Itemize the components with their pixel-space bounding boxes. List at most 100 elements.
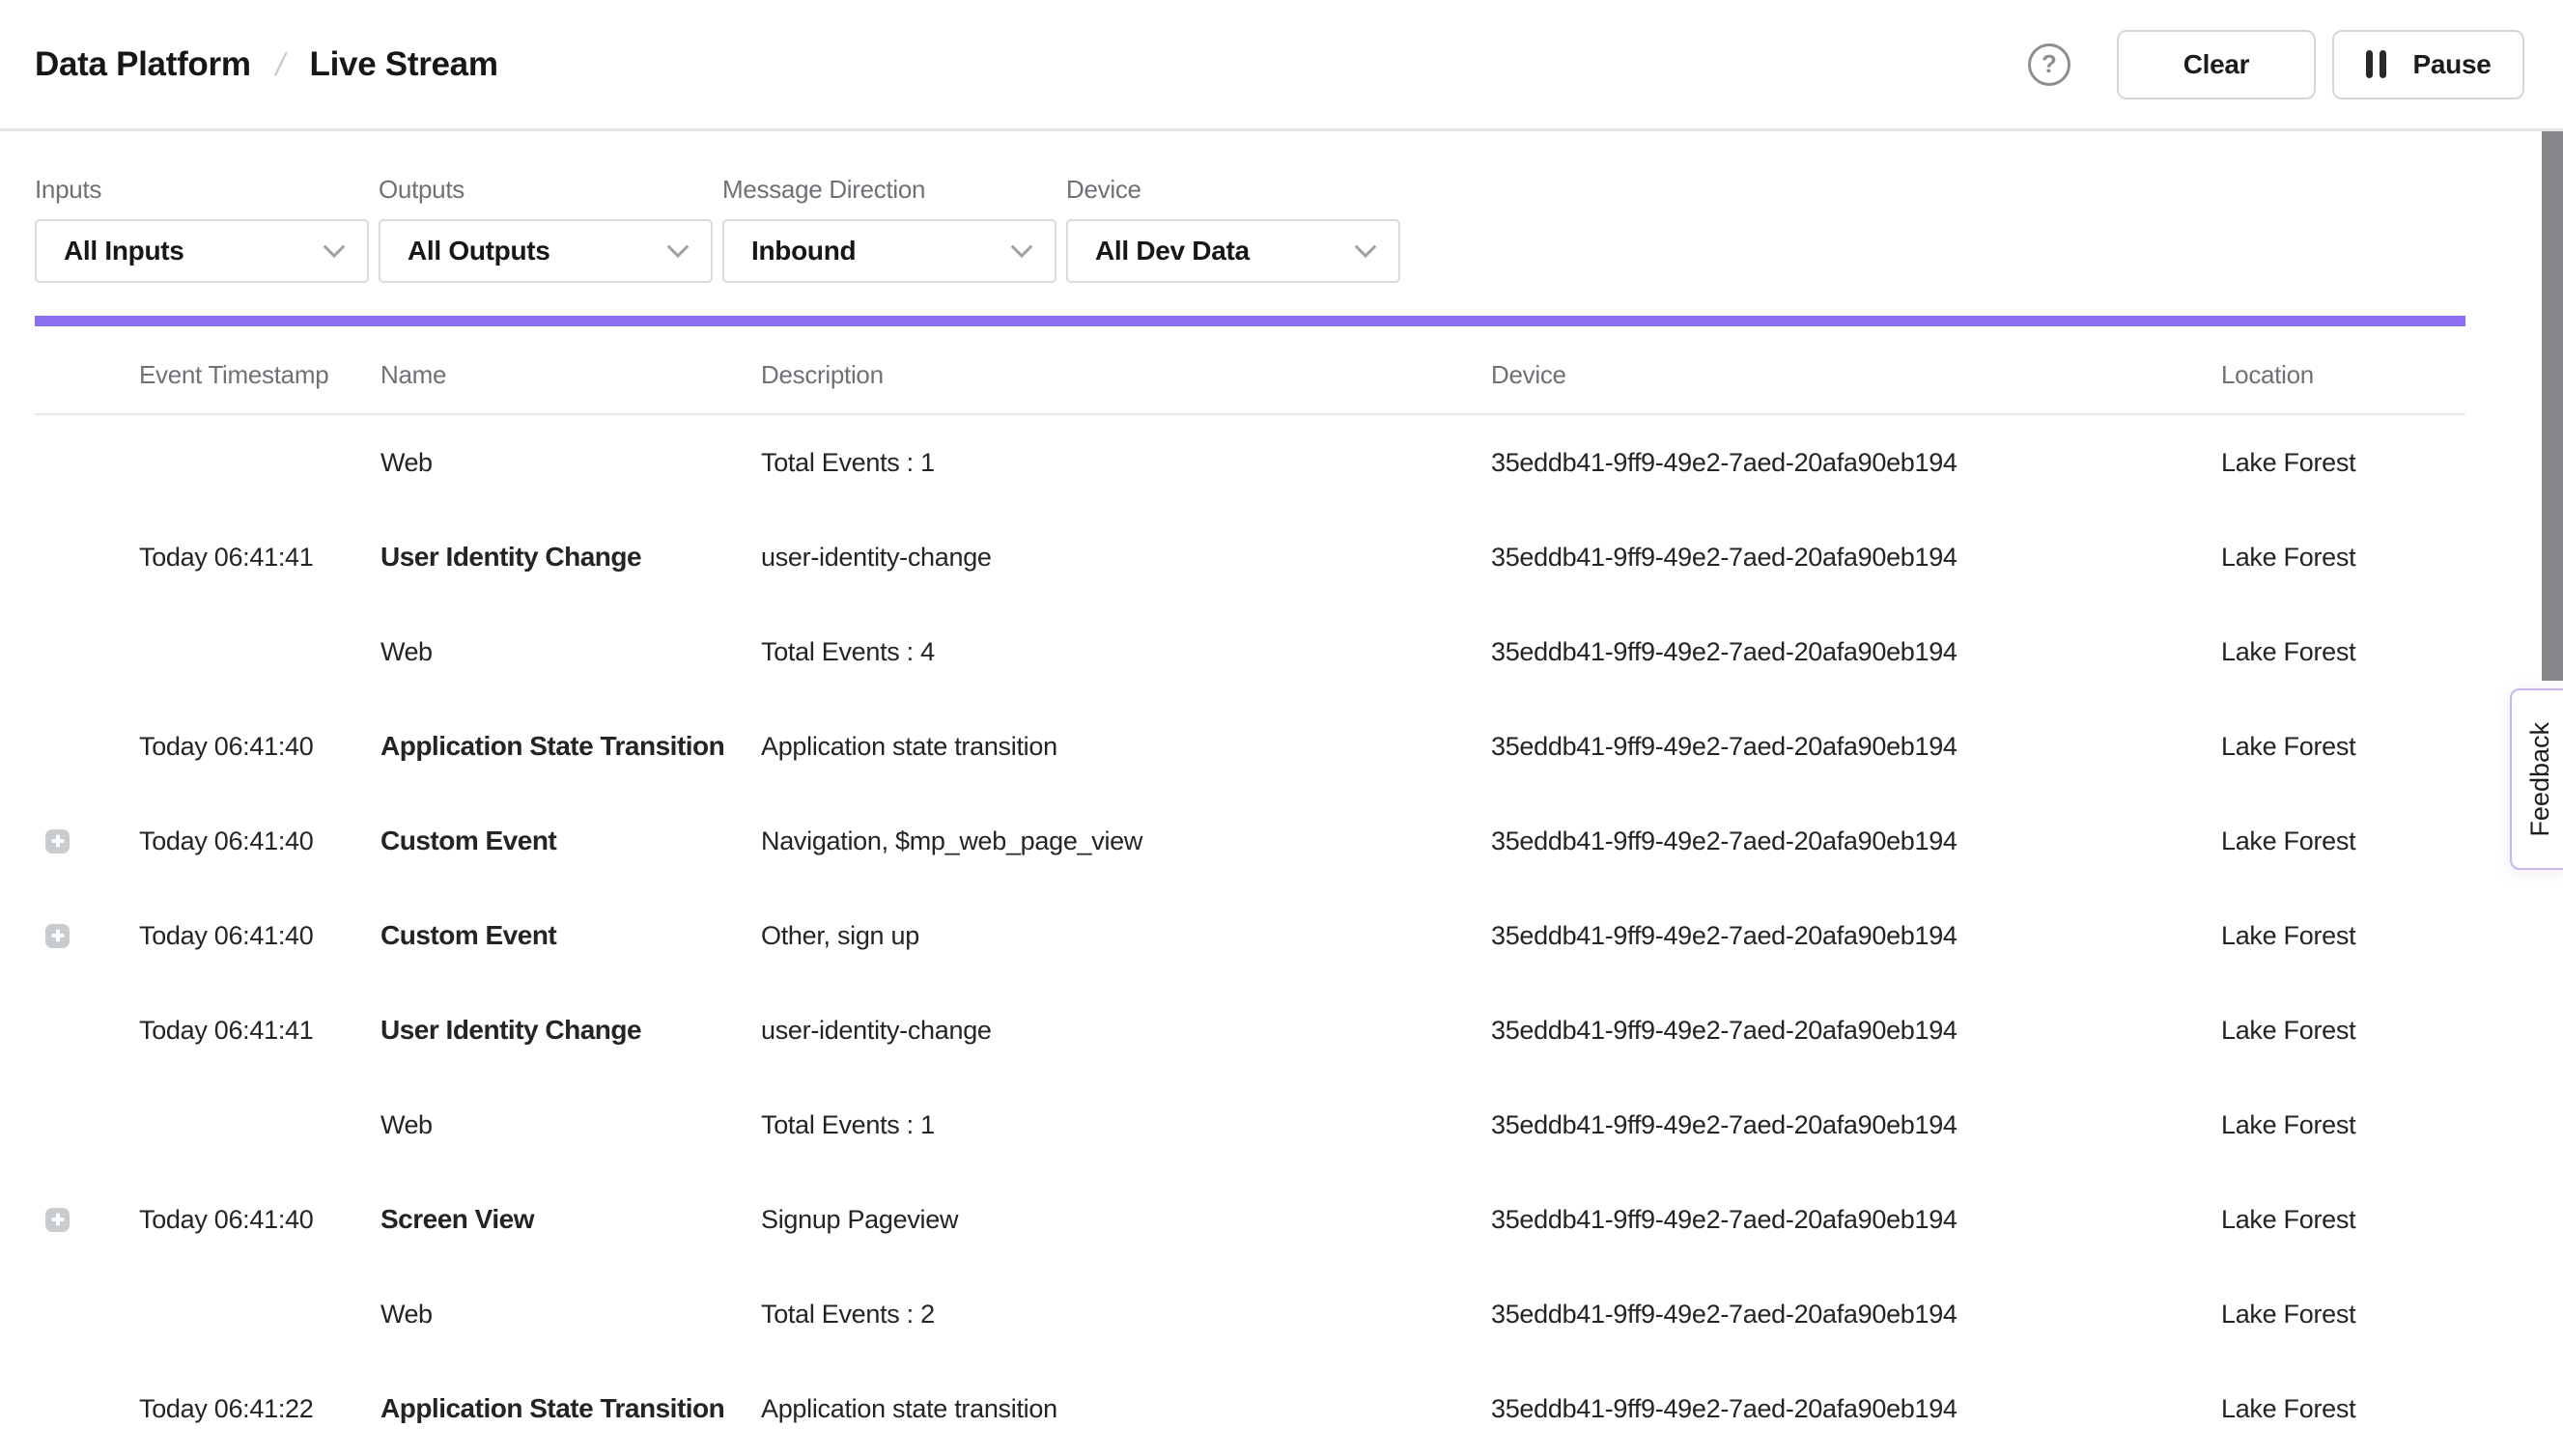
- filter-inputs: Inputs All Inputs: [35, 175, 369, 283]
- filter-outputs-select[interactable]: All Outputs: [379, 219, 713, 283]
- column-header-name: Name: [380, 360, 761, 390]
- filter-device-value: All Dev Data: [1095, 236, 1250, 266]
- expand-cell: [35, 1113, 139, 1137]
- event-timestamp: Today 06:41:22: [139, 1394, 380, 1424]
- filter-bar: Inputs All Inputs Outputs All Outputs Me…: [0, 131, 2563, 283]
- table-header-row: Event Timestamp Name Description Device …: [35, 326, 2465, 415]
- event-location: Lake Forest: [2221, 1110, 2465, 1140]
- event-description: Signup Pageview: [761, 1205, 1491, 1235]
- event-device: 35eddb41-9ff9-49e2-7aed-20afa90eb194: [1491, 732, 2221, 762]
- event-description: Application state transition: [761, 732, 1491, 762]
- table-row[interactable]: Web Total Events : 1 35eddb41-9ff9-49e2-…: [35, 415, 2465, 510]
- table-row[interactable]: Today 06:41:41 User Identity Change user…: [35, 983, 2465, 1078]
- event-name: Web: [380, 448, 761, 478]
- event-timestamp: Today 06:41:41: [139, 1016, 380, 1046]
- event-name: Application State Transition: [380, 731, 761, 762]
- filter-outputs-label: Outputs: [379, 175, 713, 204]
- filter-outputs: Outputs All Outputs: [379, 175, 713, 283]
- event-description: Navigation, $mp_web_page_view: [761, 826, 1491, 856]
- event-device: 35eddb41-9ff9-49e2-7aed-20afa90eb194: [1491, 1300, 2221, 1330]
- event-device: 35eddb41-9ff9-49e2-7aed-20afa90eb194: [1491, 826, 2221, 856]
- expand-cell: [35, 1208, 139, 1232]
- filter-inputs-label: Inputs: [35, 175, 369, 204]
- filter-message-direction: Message Direction Inbound: [722, 175, 1056, 283]
- expand-cell: [35, 1302, 139, 1327]
- event-timestamp: Today 06:41:40: [139, 732, 380, 762]
- event-name: Web: [380, 1300, 761, 1330]
- event-description: Other, sign up: [761, 921, 1491, 951]
- expand-cell: [35, 1397, 139, 1421]
- event-description: Total Events : 1: [761, 1110, 1491, 1140]
- event-location: Lake Forest: [2221, 826, 2465, 856]
- vertical-scrollbar-thumb[interactable]: [2542, 131, 2563, 681]
- event-description: Total Events : 4: [761, 637, 1491, 667]
- table-row[interactable]: Today 06:41:41 User Identity Change user…: [35, 510, 2465, 604]
- expand-cell: [35, 829, 139, 854]
- table-row[interactable]: Today 06:41:40 Application State Transit…: [35, 699, 2465, 794]
- table-row[interactable]: Web Total Events : 2 35eddb41-9ff9-49e2-…: [35, 1267, 2465, 1361]
- expand-cell: [35, 1019, 139, 1043]
- filter-message-direction-select[interactable]: Inbound: [722, 219, 1056, 283]
- event-timestamp: Today 06:41:40: [139, 921, 380, 951]
- expand-plus-icon[interactable]: [45, 829, 70, 854]
- event-location: Lake Forest: [2221, 1016, 2465, 1046]
- event-description: user-identity-change: [761, 1016, 1491, 1046]
- event-timestamp: Today 06:41:40: [139, 1205, 380, 1235]
- event-description: Application state transition: [761, 1394, 1491, 1424]
- filter-outputs-value: All Outputs: [408, 236, 550, 266]
- feedback-tab[interactable]: Feedback: [2510, 688, 2563, 870]
- event-description: Total Events : 1: [761, 448, 1491, 478]
- expand-plus-icon[interactable]: [45, 1208, 70, 1232]
- expand-cell: [35, 546, 139, 570]
- event-location: Lake Forest: [2221, 921, 2465, 951]
- event-device: 35eddb41-9ff9-49e2-7aed-20afa90eb194: [1491, 921, 2221, 951]
- expand-cell: [35, 640, 139, 664]
- pause-button[interactable]: Pause: [2332, 30, 2524, 99]
- live-stream-progress-bar: [35, 316, 2465, 326]
- event-device: 35eddb41-9ff9-49e2-7aed-20afa90eb194: [1491, 1205, 2221, 1235]
- breadcrumb-live-stream: Live Stream: [310, 45, 498, 84]
- filter-device-select[interactable]: All Dev Data: [1066, 219, 1400, 283]
- help-icon[interactable]: ?: [2028, 43, 2070, 86]
- column-header-event-timestamp: Event Timestamp: [139, 360, 380, 390]
- event-location: Lake Forest: [2221, 637, 2465, 667]
- event-name: Application State Transition: [380, 1393, 761, 1424]
- event-device: 35eddb41-9ff9-49e2-7aed-20afa90eb194: [1491, 637, 2221, 667]
- event-location: Lake Forest: [2221, 732, 2465, 762]
- event-location: Lake Forest: [2221, 1300, 2465, 1330]
- filter-device-label: Device: [1066, 175, 1400, 204]
- event-device: 35eddb41-9ff9-49e2-7aed-20afa90eb194: [1491, 448, 2221, 478]
- table-row[interactable]: Web Total Events : 4 35eddb41-9ff9-49e2-…: [35, 604, 2465, 699]
- table-body: Web Total Events : 1 35eddb41-9ff9-49e2-…: [35, 415, 2465, 1456]
- event-description: user-identity-change: [761, 543, 1491, 573]
- event-device: 35eddb41-9ff9-49e2-7aed-20afa90eb194: [1491, 1110, 2221, 1140]
- event-timestamp: Today 06:41:40: [139, 826, 380, 856]
- filter-inputs-select[interactable]: All Inputs: [35, 219, 369, 283]
- chevron-down-icon: [1355, 236, 1377, 258]
- table-row[interactable]: Today 06:41:40 Screen View Signup Pagevi…: [35, 1172, 2465, 1267]
- table-row[interactable]: Web Total Events : 1 35eddb41-9ff9-49e2-…: [35, 1078, 2465, 1172]
- event-name: Screen View: [380, 1204, 761, 1235]
- clear-button[interactable]: Clear: [2117, 30, 2316, 99]
- breadcrumb-data-platform[interactable]: Data Platform: [35, 45, 251, 84]
- event-location: Lake Forest: [2221, 448, 2465, 478]
- table-row[interactable]: Today 06:41:40 Custom Event Other, sign …: [35, 888, 2465, 983]
- table-row[interactable]: Today 06:41:22 Application State Transit…: [35, 1361, 2465, 1456]
- chevron-down-icon: [1011, 236, 1033, 258]
- column-header-location: Location: [2221, 360, 2465, 390]
- column-header-device: Device: [1491, 360, 2221, 390]
- table-row[interactable]: Today 06:41:40 Custom Event Navigation, …: [35, 794, 2465, 888]
- expand-cell: [35, 735, 139, 759]
- event-name: Custom Event: [380, 826, 761, 856]
- event-device: 35eddb41-9ff9-49e2-7aed-20afa90eb194: [1491, 543, 2221, 573]
- column-header-description: Description: [761, 360, 1491, 390]
- header-actions: ? Clear Pause: [2028, 30, 2524, 99]
- expand-plus-icon[interactable]: [45, 924, 70, 948]
- chevron-down-icon: [667, 236, 690, 258]
- filter-message-direction-value: Inbound: [751, 236, 856, 266]
- event-name: User Identity Change: [380, 1015, 761, 1046]
- event-description: Total Events : 2: [761, 1300, 1491, 1330]
- expand-cell: [35, 924, 139, 948]
- event-table: Event Timestamp Name Description Device …: [35, 326, 2465, 1456]
- filter-inputs-value: All Inputs: [64, 236, 184, 266]
